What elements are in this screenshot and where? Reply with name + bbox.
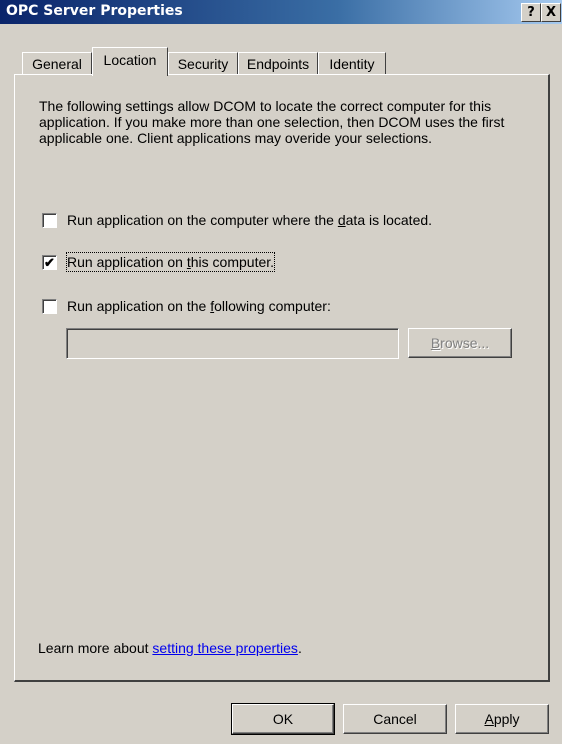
tab-general[interactable]: General xyxy=(22,52,92,75)
title-bar[interactable]: OPC Server Properties ? X xyxy=(0,0,562,24)
checkbox-following-computer[interactable] xyxy=(42,299,57,314)
help-button[interactable]: ? xyxy=(521,3,541,22)
tab-panel-location xyxy=(14,74,550,682)
window-title: OPC Server Properties xyxy=(6,3,183,19)
learn-more-text: Learn more about setting these propertie… xyxy=(38,640,302,656)
checkbox-data-location[interactable] xyxy=(42,213,57,228)
tab-identity[interactable]: Identity xyxy=(318,52,386,75)
option-following-computer-label: Run application on the following compute… xyxy=(67,298,331,314)
ok-button[interactable]: OK xyxy=(231,703,335,735)
cancel-button[interactable]: Cancel xyxy=(343,704,447,734)
properties-dialog: OPC Server Properties ? X General Locati… xyxy=(0,0,562,744)
tab-security[interactable]: Security xyxy=(168,52,238,75)
checkbox-this-computer[interactable]: ✔ xyxy=(42,255,57,270)
tab-endpoints[interactable]: Endpoints xyxy=(238,52,318,75)
apply-button[interactable]: Apply xyxy=(455,704,549,734)
computer-name-input[interactable] xyxy=(66,328,399,359)
option-this-computer-label: Run application on this computer. xyxy=(65,252,276,272)
browse-button[interactable]: Browse... xyxy=(408,328,512,358)
close-button[interactable]: X xyxy=(541,3,561,22)
learn-more-link[interactable]: setting these properties xyxy=(152,640,298,656)
location-description: The following settings allow DCOM to loc… xyxy=(39,98,505,146)
tab-location[interactable]: Location xyxy=(92,47,168,76)
option-data-location-label: Run application on the computer where th… xyxy=(67,212,433,228)
